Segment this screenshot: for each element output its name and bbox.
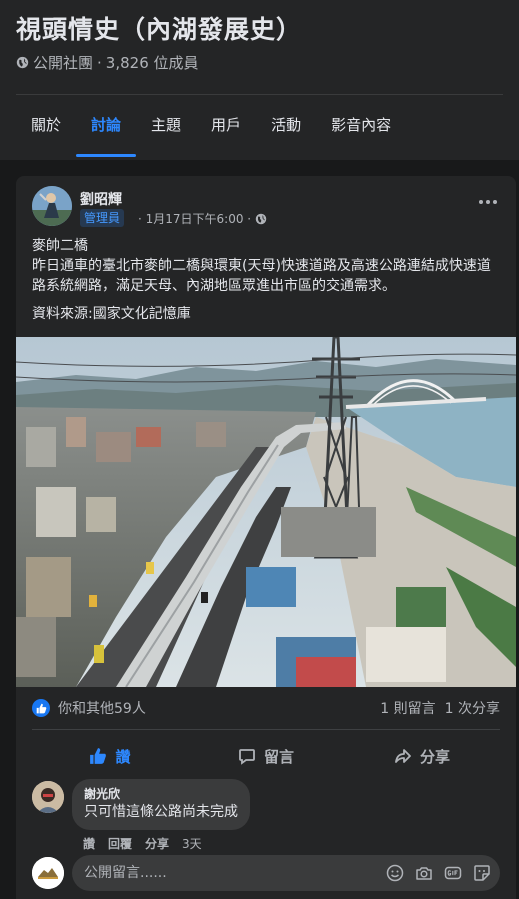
comment-composer <box>72 855 500 891</box>
post-text-source: 資料來源:國家文化記憶庫 <box>32 306 191 322</box>
action-divider-top <box>32 729 500 730</box>
comment-author[interactable]: 謝光欣 <box>84 786 238 802</box>
tab-discussion[interactable]: 討論 <box>76 96 137 157</box>
group-tabs: 關於 討論 主題 用戶 活動 影音內容 <box>16 96 406 157</box>
current-user-avatar-image <box>32 857 64 889</box>
comment-age[interactable]: 3天 <box>182 835 202 852</box>
thumbs-up-icon <box>90 748 107 764</box>
comment-button[interactable]: 留言 <box>188 734 344 778</box>
commenter-avatar-image <box>32 781 64 813</box>
comment-bubble: 謝光欣 只可惜這條公路尚未完成 <box>72 779 250 830</box>
engagement-counts: 1 則留言 1 次分享 <box>380 698 500 718</box>
post-time-text: · 1月17日下午6:00 · <box>138 212 252 226</box>
commenter-avatar[interactable] <box>32 781 64 813</box>
comment-share-link[interactable]: 分享 <box>145 835 169 852</box>
member-count[interactable]: 3,826 位成員 <box>106 52 199 73</box>
gif-icon[interactable] <box>443 863 463 883</box>
emoji-icon[interactable] <box>385 863 405 883</box>
group-meta: 公開社團 · 3,826 位成員 <box>16 52 199 73</box>
post-text-body: 昨日通車的臺北市麥帥二橋與環東(天母)快速道路及高速公路連結成快速道路系統網路，… <box>32 258 491 294</box>
share-button[interactable]: 分享 <box>344 734 500 778</box>
post-card: 劉昭輝 管理員 · 1月17日下午6:00 · 麥帥二橋 昨日通車的臺北市麥帥二… <box>16 176 516 899</box>
post-actions: 讚 留言 分享 <box>32 734 500 778</box>
camera-icon[interactable] <box>414 863 434 883</box>
sticker-icon[interactable] <box>472 863 492 883</box>
like-reaction-icon <box>32 699 50 717</box>
tab-events[interactable]: 活動 <box>256 96 316 156</box>
comment-reply-link[interactable]: 回覆 <box>108 835 132 852</box>
header-divider <box>16 94 503 95</box>
comment-like-link[interactable]: 讚 <box>83 835 95 852</box>
like-label: 讚 <box>115 747 131 766</box>
share-icon <box>395 749 411 763</box>
comment-text: 只可惜這條公路尚未完成 <box>84 804 238 820</box>
comment-actions: 讚 回覆 分享 3天 <box>83 835 202 852</box>
bridge-highway-photo <box>16 337 516 687</box>
group-header: 視頭情史（內湖發展史） 公開社團 · 3,826 位成員 關於 討論 主題 用戶… <box>0 0 519 160</box>
meta-separator: · <box>97 53 102 72</box>
reaction-text[interactable]: 你和其他59人 <box>58 698 146 718</box>
author-avatar-image <box>32 186 72 226</box>
tab-members[interactable]: 用戶 <box>196 96 256 156</box>
like-button[interactable]: 讚 <box>32 734 188 778</box>
composer-tools <box>385 863 492 883</box>
post-text: 麥帥二橋 昨日通車的臺北市麥帥二橋與環東(天母)快速道路及高速公路連結成快速道路… <box>32 236 502 332</box>
post-author[interactable]: 劉昭輝 <box>80 189 122 209</box>
reaction-summary: 你和其他59人 1 則留言 1 次分享 <box>32 696 500 720</box>
post-timestamp[interactable]: · 1月17日下午6:00 · <box>138 210 267 227</box>
author-avatar[interactable] <box>32 186 72 226</box>
share-label: 分享 <box>419 747 450 766</box>
globe-icon <box>255 213 267 224</box>
privacy-label: 公開社團 <box>33 54 94 72</box>
post-text-title: 麥帥二橋 <box>32 238 88 254</box>
more-options-icon[interactable] <box>474 194 502 210</box>
current-user-avatar[interactable] <box>32 857 64 889</box>
comment-label: 留言 <box>263 747 294 766</box>
admin-badge: 管理員 <box>80 209 125 227</box>
comment-count[interactable]: 1 則留言 <box>380 698 435 718</box>
share-count[interactable]: 1 次分享 <box>445 698 500 718</box>
group-title[interactable]: 視頭情史（內湖發展史） <box>16 10 302 46</box>
tab-topics[interactable]: 主題 <box>136 96 196 156</box>
comment-icon <box>239 749 255 765</box>
post-photo[interactable] <box>16 337 516 687</box>
globe-icon <box>16 56 29 69</box>
comment-input[interactable] <box>84 855 374 891</box>
tab-about[interactable]: 關於 <box>16 96 76 156</box>
tab-media[interactable]: 影音內容 <box>316 96 406 156</box>
